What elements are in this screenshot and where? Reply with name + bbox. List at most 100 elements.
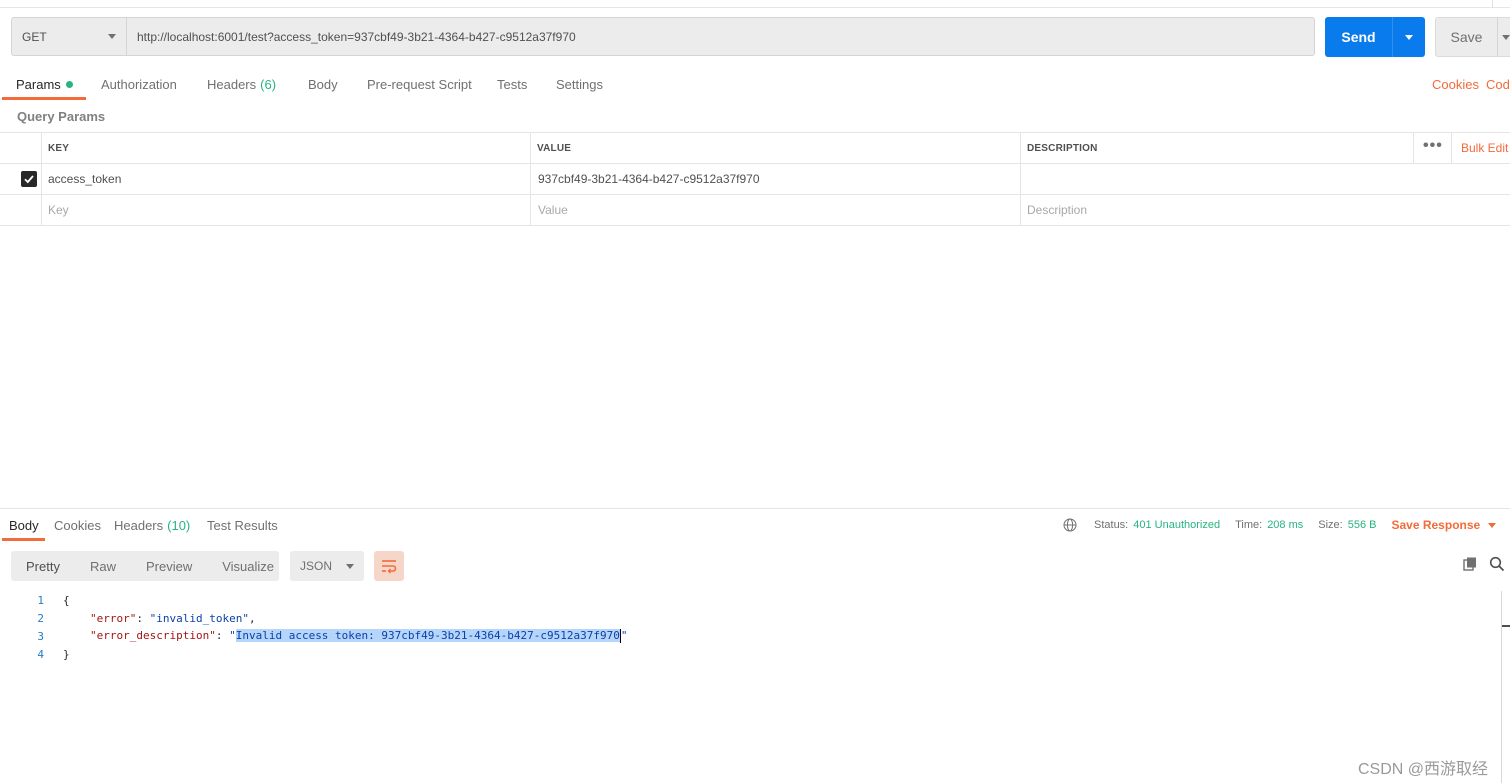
tab-settings[interactable]: Settings xyxy=(556,68,603,100)
line-number: 3 xyxy=(37,629,44,643)
response-tab-headers-count: (10) xyxy=(167,517,191,533)
url-input[interactable]: http://localhost:6001/test?access_token=… xyxy=(127,18,1314,55)
wrap-lines-icon xyxy=(382,560,397,574)
json-quote: " xyxy=(229,629,236,642)
search-icon[interactable] xyxy=(1489,556,1505,572)
query-params-title: Query Params xyxy=(17,109,106,124)
check-icon xyxy=(24,175,34,184)
response-status-bar: Status: 401 Unauthorized Time: 208 ms Si… xyxy=(1063,511,1497,539)
method-select[interactable]: GET xyxy=(12,18,127,55)
code-line: 2 "error": "invalid_token", xyxy=(0,609,1500,627)
param-enabled-checkbox[interactable] xyxy=(21,171,37,187)
wrap-lines-button[interactable] xyxy=(374,551,404,581)
response-scrollbar[interactable] xyxy=(1501,591,1510,783)
time-label: Time: xyxy=(1235,519,1263,531)
send-button-group: Send xyxy=(1325,17,1425,57)
tab-params-label: Params xyxy=(16,76,61,92)
code-line: 1 { xyxy=(0,591,1500,609)
response-format-tabs: Pretty Raw Preview Visualize xyxy=(11,551,279,581)
response-tab-headers[interactable]: Headers (10) xyxy=(114,511,190,539)
copy-icon[interactable] xyxy=(1462,556,1478,572)
code-text: } xyxy=(63,647,70,661)
column-header-key: KEY xyxy=(48,142,70,154)
json-string: "invalid_token" xyxy=(149,611,249,625)
status-value[interactable]: 401 Unauthorized xyxy=(1133,519,1220,531)
tab-headers[interactable]: Headers (6) xyxy=(207,68,276,100)
send-options-button[interactable] xyxy=(1393,17,1425,57)
column-divider xyxy=(1451,132,1452,163)
column-header-value: VALUE xyxy=(537,142,572,154)
active-tab-indicator xyxy=(2,97,86,100)
code-text: "error_description": "Invalid access tok… xyxy=(90,629,628,643)
format-visualize[interactable]: Visualize xyxy=(207,559,289,574)
globe-icon[interactable] xyxy=(1063,518,1077,532)
chevron-down-icon xyxy=(346,563,354,569)
top-strip xyxy=(0,0,1510,8)
column-divider xyxy=(530,132,531,226)
watermark: CSDN @西游取经 xyxy=(1358,761,1489,778)
cookies-link[interactable]: Cookies xyxy=(1432,68,1479,100)
format-raw[interactable]: Raw xyxy=(75,559,131,574)
tab-params[interactable]: Params xyxy=(16,68,73,100)
send-button[interactable]: Send xyxy=(1325,17,1393,57)
table-row: access_token 937cbf49-3b21-4364-b427-c95… xyxy=(0,164,1510,195)
json-key: "error" xyxy=(90,611,137,625)
status-label: Status: xyxy=(1094,519,1129,531)
code-line: 3 "error_description": "Invalid access t… xyxy=(0,627,1500,645)
chevron-down-icon xyxy=(1488,522,1497,528)
chevron-down-icon xyxy=(1502,34,1510,40)
response-tab-body[interactable]: Body xyxy=(9,511,39,539)
param-value-cell[interactable]: 937cbf49-3b21-4364-b427-c9512a37f970 xyxy=(531,164,760,194)
tab-body[interactable]: Body xyxy=(308,68,338,100)
chevron-down-icon xyxy=(1405,34,1413,40)
response-tab-test-results[interactable]: Test Results xyxy=(207,511,278,539)
code-text: "error": "invalid_token", xyxy=(90,611,256,625)
response-tab-cookies[interactable]: Cookies xyxy=(54,511,101,539)
new-value-input[interactable]: Value xyxy=(531,195,568,225)
language-label: JSON xyxy=(300,559,333,573)
tab-pre-request-script[interactable]: Pre-request Script xyxy=(367,68,472,100)
size-value[interactable]: 556 B xyxy=(1348,519,1377,531)
tab-headers-label: Headers xyxy=(207,76,257,92)
code-link[interactable]: Code xyxy=(1486,68,1510,100)
method-label: GET xyxy=(22,29,47,44)
active-response-tab-indicator xyxy=(2,538,45,541)
column-divider xyxy=(1020,132,1021,226)
format-pretty[interactable]: Pretty xyxy=(11,559,75,574)
line-number: 4 xyxy=(37,647,44,661)
save-response-button[interactable]: Save Response xyxy=(1391,518,1497,532)
save-button[interactable]: Save xyxy=(1436,18,1498,56)
selected-text[interactable]: Invalid access token: 937cbf49-3b21-4364… xyxy=(235,629,620,642)
format-preview[interactable]: Preview xyxy=(131,559,207,574)
top-strip-handle xyxy=(1492,0,1510,8)
tab-authorization[interactable]: Authorization xyxy=(101,68,177,100)
scrollbar-marker xyxy=(1502,625,1510,627)
save-options-button[interactable] xyxy=(1498,18,1510,56)
column-divider xyxy=(41,132,42,226)
size-label: Size: xyxy=(1318,519,1343,531)
response-tab-headers-label: Headers xyxy=(114,517,164,533)
json-key: "error_description" xyxy=(90,629,216,642)
save-response-label: Save Response xyxy=(1391,518,1481,532)
new-key-input[interactable]: Key xyxy=(41,195,69,225)
param-key-cell[interactable]: access_token xyxy=(41,164,121,194)
language-select[interactable]: JSON xyxy=(290,551,364,581)
save-button-group: Save xyxy=(1435,17,1510,57)
table-row-new: Key Value Description xyxy=(0,195,1510,226)
column-divider xyxy=(1413,132,1414,163)
params-table: KEY VALUE DESCRIPTION access_token 937cb… xyxy=(0,132,1510,226)
more-options-icon[interactable]: ••• xyxy=(1423,137,1443,155)
code-line: 4 } xyxy=(0,645,1500,663)
table-header-row: KEY VALUE DESCRIPTION xyxy=(0,133,1510,164)
bulk-edit-link[interactable]: Bulk Edit xyxy=(1461,141,1508,155)
time-value[interactable]: 208 ms xyxy=(1267,519,1303,531)
param-description-cell[interactable] xyxy=(1020,164,1510,194)
new-description-input[interactable]: Description xyxy=(1020,195,1087,225)
tab-tests[interactable]: Tests xyxy=(497,68,527,100)
json-quote: " xyxy=(620,629,628,642)
tab-headers-count: (6) xyxy=(260,76,277,92)
chevron-down-icon xyxy=(108,34,116,39)
line-number: 2 xyxy=(37,611,44,625)
response-body-editor[interactable]: 1 { 2 "error": "invalid_token", 3 "error… xyxy=(0,591,1500,663)
response-divider[interactable] xyxy=(0,508,1510,509)
